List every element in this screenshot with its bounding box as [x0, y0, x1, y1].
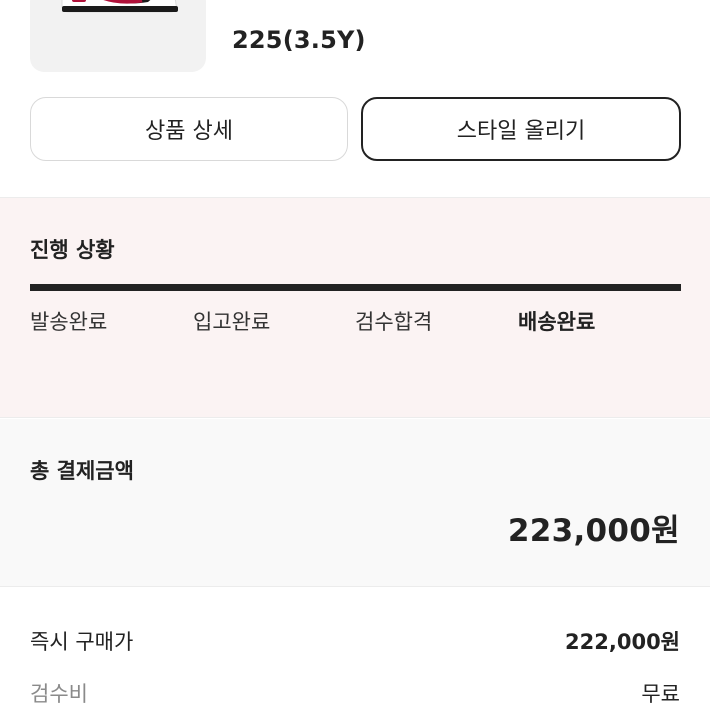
- product-image[interactable]: [30, 0, 206, 72]
- progress-bar: [30, 284, 681, 291]
- inspection-fee-label: 검수비: [30, 682, 88, 706]
- instant-price-label: 즉시 구매가: [30, 630, 134, 654]
- product-detail-button[interactable]: 상품 상세: [30, 97, 348, 161]
- upload-style-button[interactable]: 스타일 올리기: [361, 97, 681, 161]
- step-warehoused: 입고완료: [193, 310, 271, 334]
- progress-title: 진행 상황: [30, 238, 115, 262]
- sneaker-image: [61, 0, 178, 13]
- inspection-fee-value: 무료: [641, 682, 680, 706]
- payment-section: 총 결제금액 223,000원: [0, 419, 710, 587]
- payment-title: 총 결제금액: [30, 459, 134, 483]
- progress-section: 진행 상황 발송완료 입고완료 검수합격 배송완료: [0, 198, 710, 418]
- payment-total: 223,000원: [507, 513, 680, 549]
- step-inspected: 검수합격: [355, 310, 433, 334]
- step-shipped: 발송완료: [30, 310, 108, 334]
- product-size: 225(3.5Y): [232, 26, 366, 54]
- instant-price-value: 222,000원: [565, 630, 680, 654]
- step-delivered: 배송완료: [518, 310, 596, 334]
